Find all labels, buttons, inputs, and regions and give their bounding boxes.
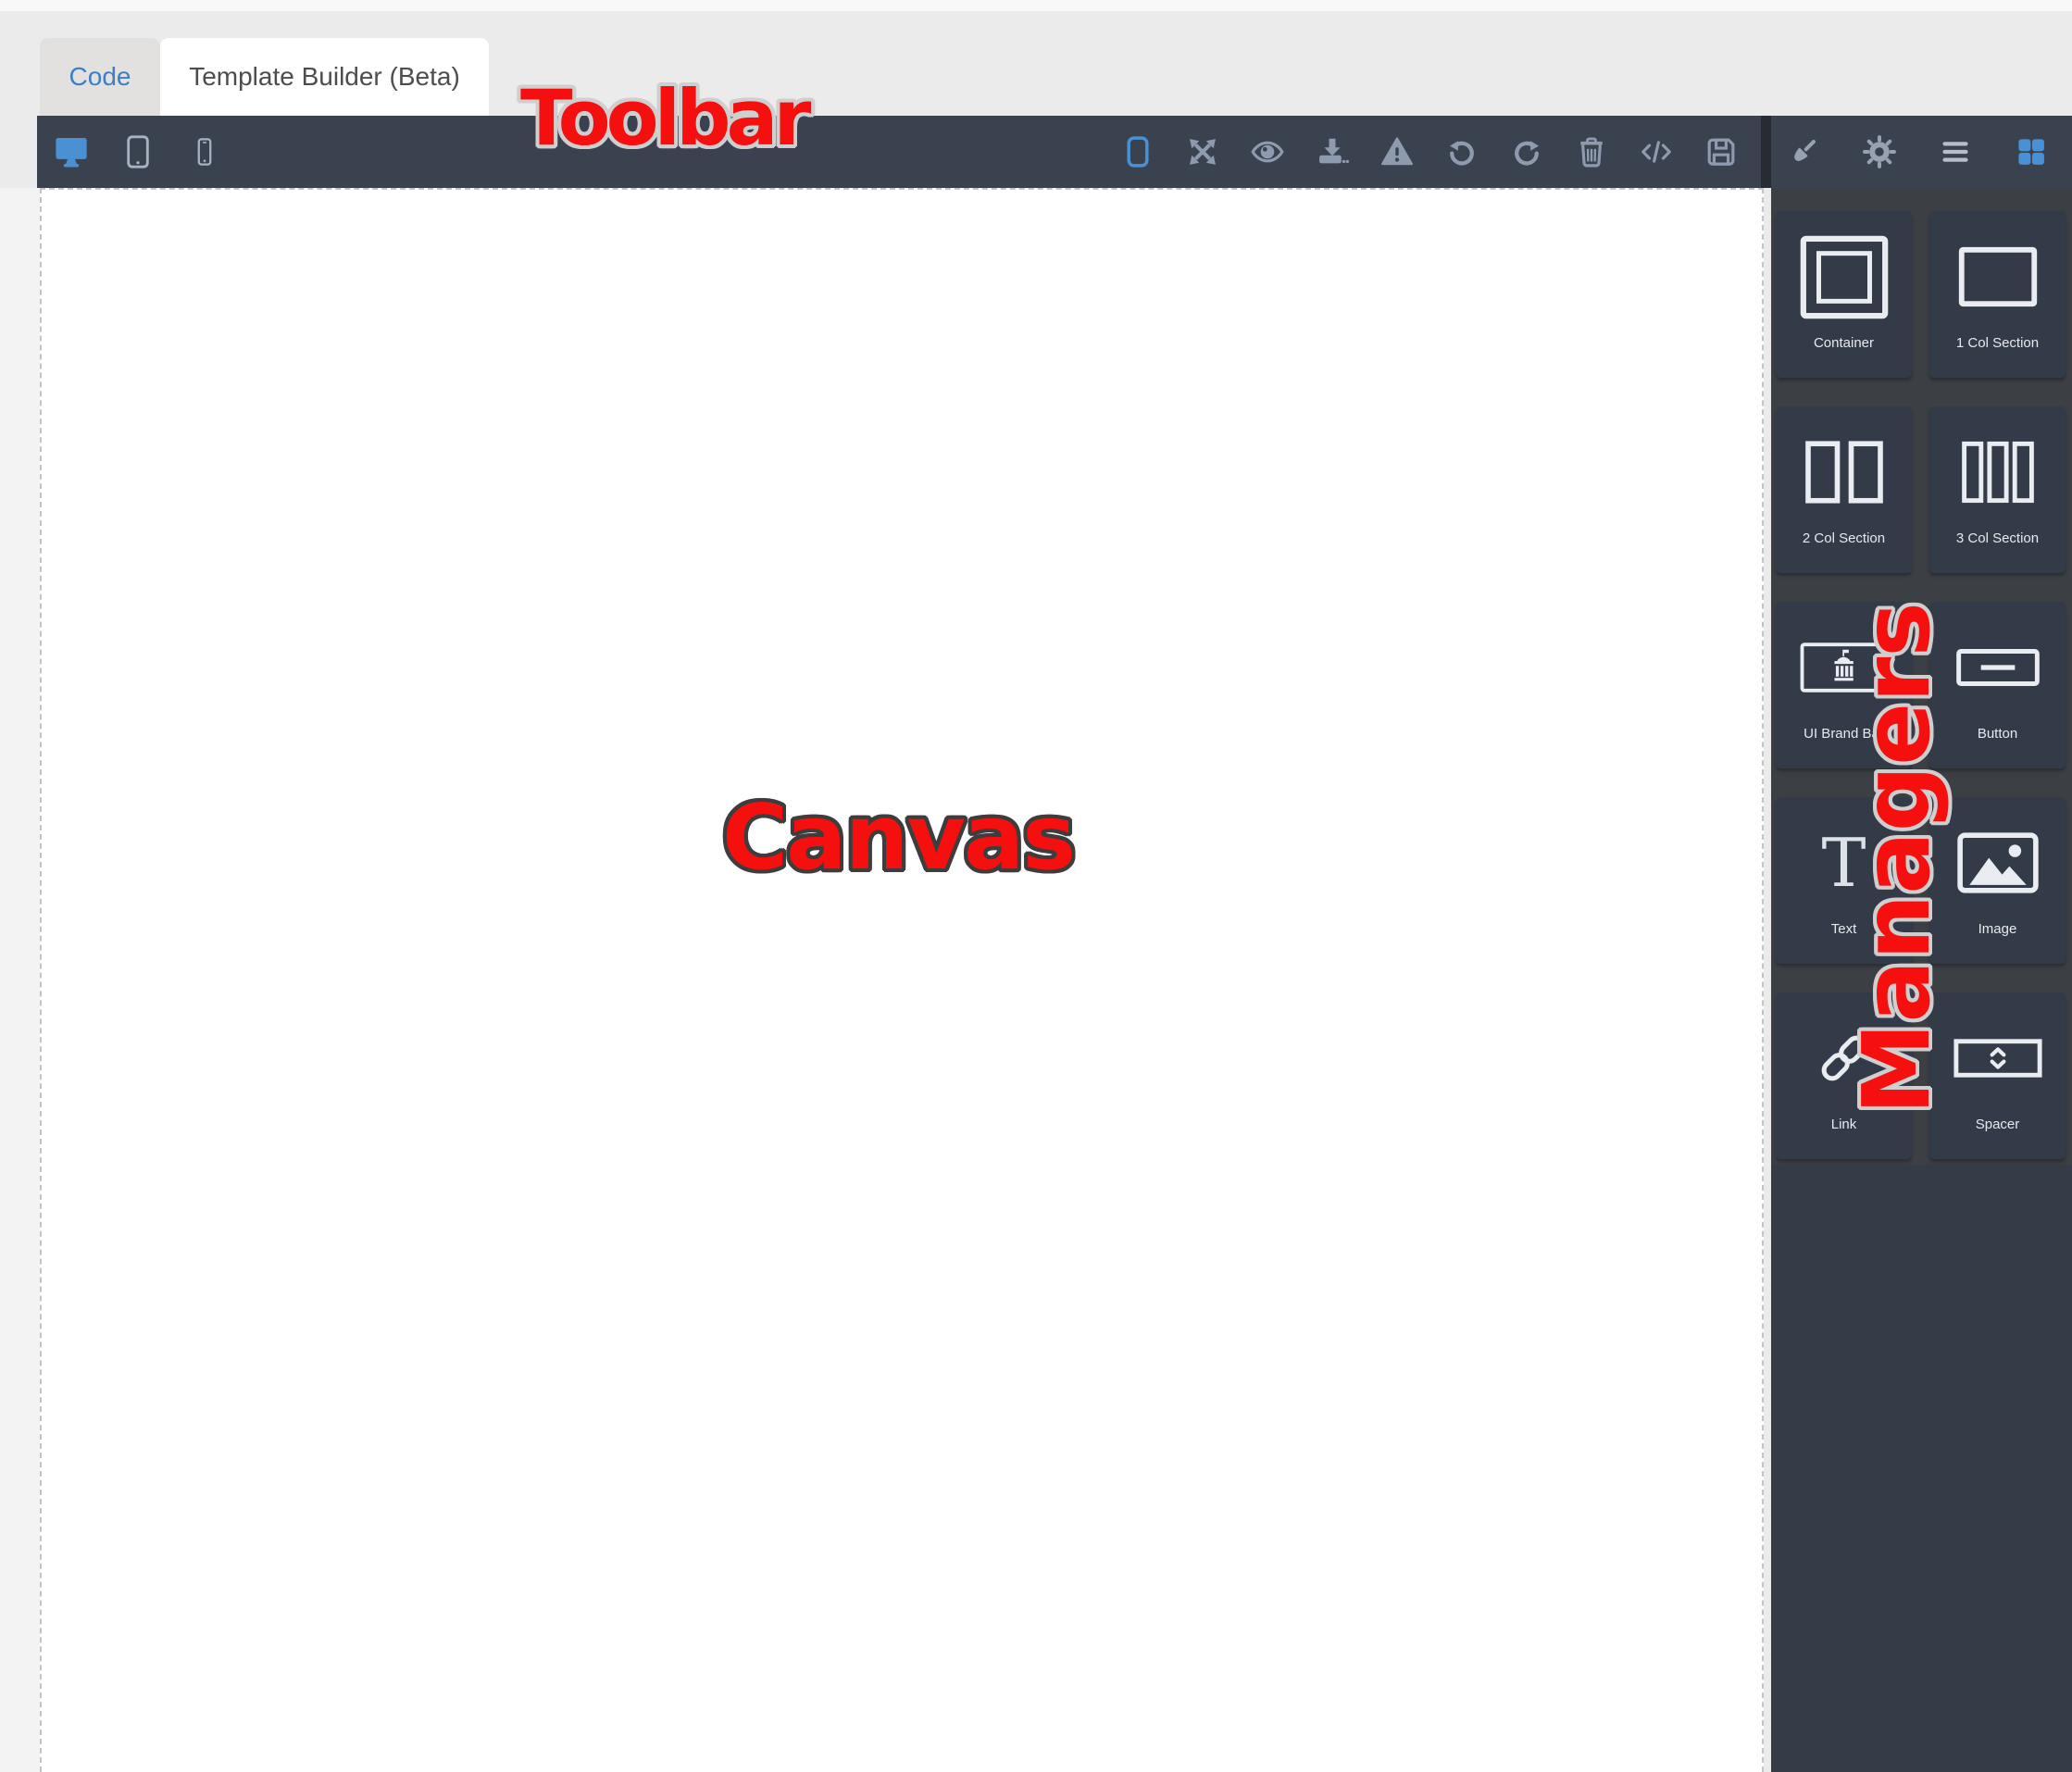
style-manager-tab[interactable]	[1786, 130, 1821, 174]
device-tablet-button[interactable]	[120, 130, 156, 174]
device-desktop-button[interactable]	[54, 130, 89, 174]
tab-code-label: Code	[69, 62, 131, 91]
toolbar-actions	[1120, 116, 1739, 188]
two-col-section-icon	[1803, 414, 1886, 530]
text-icon: T	[1821, 824, 1866, 902]
one-col-section-icon	[1957, 218, 2039, 335]
button-icon	[1955, 609, 2041, 726]
image-icon	[1956, 805, 2040, 921]
canvas-left-gutter	[0, 188, 40, 1772]
preview-button[interactable]	[1250, 130, 1285, 174]
block-label: Container	[1813, 335, 1875, 351]
block-3-col-section[interactable]: 3 Col Section	[1929, 406, 2066, 573]
view-code-button[interactable]	[1639, 130, 1674, 174]
block-label: 1 Col Section	[1955, 335, 2040, 351]
tab-template-builder[interactable]: Template Builder (Beta)	[160, 38, 489, 116]
tab-code[interactable]: Code	[40, 38, 160, 116]
eye-icon	[1251, 141, 1284, 163]
block-image[interactable]: Image	[1929, 797, 2066, 964]
template-builder-app: { "tabs": { "code": "Code", "builder": "…	[0, 0, 2072, 1772]
three-col-section-icon	[1959, 414, 2037, 530]
panel-switcher	[1786, 116, 2049, 188]
page-top-strip	[0, 0, 2072, 11]
block-manager: Container 1 Col Section 2 Col Section 3 …	[1771, 188, 2072, 1165]
block-label: Link	[1830, 1117, 1857, 1132]
block-link[interactable]: Link	[1776, 992, 1912, 1159]
redo-button[interactable]	[1509, 130, 1544, 174]
device-switcher	[54, 116, 222, 188]
code-brackets-icon	[1641, 141, 1671, 163]
square-outline-icon	[1127, 136, 1149, 168]
fullscreen-button[interactable]	[1185, 130, 1220, 174]
block-label: Button	[1977, 726, 2018, 742]
hamburger-icon	[1942, 142, 1968, 162]
container-icon	[1798, 218, 1891, 335]
link-chain-icon	[1815, 1000, 1874, 1117]
undo-arrow-icon	[1450, 141, 1474, 166]
paint-brush-icon	[1794, 140, 1816, 161]
block-label: 3 Col Section	[1955, 530, 2040, 546]
block-container[interactable]: Container	[1776, 211, 1912, 378]
layer-manager-tab[interactable]	[1938, 130, 1973, 174]
toolbar	[37, 116, 2072, 188]
right-sidebar: Container 1 Col Section 2 Col Section 3 …	[1771, 188, 2072, 1772]
desktop-icon	[56, 137, 87, 168]
brand-bar-icon	[1799, 609, 1890, 726]
redo-arrow-icon	[1515, 141, 1539, 166]
block-button[interactable]: Button	[1929, 602, 2066, 768]
block-manager-tab[interactable]	[2014, 130, 2049, 174]
mobile-icon	[197, 138, 212, 166]
clear-canvas-button[interactable]	[1574, 130, 1609, 174]
canvas[interactable]	[40, 188, 1764, 1772]
import-button[interactable]	[1315, 130, 1350, 174]
block-1-col-section[interactable]: 1 Col Section	[1929, 211, 2066, 378]
settings-tab[interactable]	[1862, 130, 1897, 174]
spacer-icon	[1953, 1000, 2043, 1117]
block-2-col-section[interactable]: 2 Col Section	[1776, 406, 1912, 573]
block-ui-brand-bar[interactable]: UI Brand Bar	[1776, 602, 1912, 768]
block-label: Image	[1978, 921, 2017, 937]
expand-arrows-icon	[1190, 139, 1216, 165]
block-label: Text	[1830, 921, 1857, 937]
download-icon	[1319, 138, 1349, 164]
undo-button[interactable]	[1444, 130, 1479, 174]
trash-icon	[1580, 137, 1603, 168]
save-button[interactable]	[1704, 130, 1739, 174]
block-label: Spacer	[1975, 1117, 2020, 1132]
toolbar-separator	[1761, 116, 1771, 188]
tab-template-builder-label: Template Builder (Beta)	[189, 62, 460, 91]
grid-icon	[2018, 139, 2044, 165]
warnings-button[interactable]	[1379, 130, 1415, 174]
gear-icon	[1863, 135, 1896, 168]
device-mobile-button[interactable]	[187, 130, 222, 174]
tablet-icon	[127, 135, 149, 168]
block-label: 2 Col Section	[1802, 530, 1886, 546]
toggle-borders-button[interactable]	[1120, 130, 1155, 174]
block-text[interactable]: T Text	[1776, 797, 1912, 964]
block-spacer[interactable]: Spacer	[1929, 992, 2066, 1159]
floppy-disk-icon	[1707, 138, 1735, 166]
block-label: UI Brand Bar	[1804, 726, 1884, 742]
warning-triangle-icon	[1381, 137, 1413, 166]
